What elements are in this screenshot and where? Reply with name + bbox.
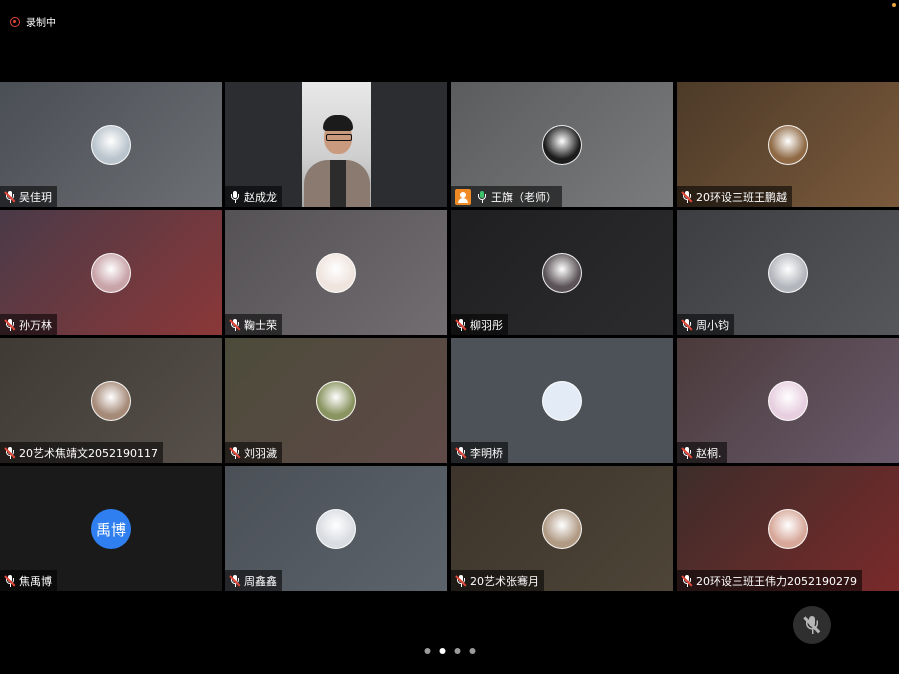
participant-name: 孙万林 — [19, 318, 52, 332]
avatar — [316, 253, 356, 293]
participant-name: 20环设三班王鹏越 — [696, 190, 787, 204]
participant-name-tag: 刘羽濊 — [225, 442, 282, 463]
participant-tile[interactable]: 王旗（老师） — [451, 82, 673, 207]
mic-muted-icon — [229, 318, 241, 331]
participant-grid: 吴佳玥 赵成龙 王旗（老师） 20环设三班王鹏越孙万林 鞠士荣 柳羽彤 周小钧 20艺术焦靖文… — [0, 82, 899, 592]
participant-name: 焦禹博 — [19, 574, 52, 588]
participant-tile[interactable]: 禹博焦禹博 — [0, 466, 222, 591]
participant-tile[interactable]: 刘羽濊 — [225, 338, 447, 463]
participant-name: 柳羽彤 — [470, 318, 503, 332]
participant-name-tag: 柳羽彤 — [451, 314, 508, 335]
page-indicator[interactable] — [424, 648, 475, 654]
participant-name: 周小钧 — [696, 318, 729, 332]
participant-name: 20环设三班王伟力2052190279 — [696, 574, 857, 588]
participant-name: 刘羽濊 — [244, 446, 277, 460]
page-dot[interactable] — [439, 648, 445, 654]
mic-muted-icon — [681, 446, 693, 459]
participant-tile[interactable]: 赵桐. — [677, 338, 899, 463]
participant-name: 王旗（老师） — [491, 190, 557, 204]
mic-muted-icon — [681, 190, 693, 203]
avatar — [542, 253, 582, 293]
mic-muted-icon — [803, 616, 821, 634]
avatar — [542, 509, 582, 549]
participant-tile[interactable]: 周小钧 — [677, 210, 899, 335]
recording-indicator[interactable]: 录制中 — [10, 14, 56, 29]
participant-name: 吴佳玥 — [19, 190, 52, 204]
participant-tile[interactable]: 20环设三班王伟力2052190279 — [677, 466, 899, 591]
avatar — [542, 125, 582, 165]
participant-name-tag: 20艺术焦靖文2052190117 — [0, 442, 163, 463]
participant-name-tag: 孙万林 — [0, 314, 57, 335]
participant-name: 李明桥 — [470, 446, 503, 460]
participant-name-tag: 周鑫鑫 — [225, 570, 282, 591]
video-feed — [302, 82, 371, 207]
avatar — [768, 253, 808, 293]
record-icon — [10, 16, 20, 27]
participant-tile[interactable]: 赵成龙 — [225, 82, 447, 207]
avatar — [91, 381, 131, 421]
mic-muted-icon — [4, 446, 16, 459]
mic-muted-icon — [681, 574, 693, 587]
participant-name-tag: 王旗（老师） — [451, 186, 562, 207]
mic-icon — [476, 190, 488, 203]
mic-muted-icon — [229, 574, 241, 587]
participant-tile[interactable]: 吴佳玥 — [0, 82, 222, 207]
avatar — [316, 509, 356, 549]
participant-name: 20艺术焦靖文2052190117 — [19, 446, 158, 460]
participant-name: 20艺术张骞月 — [470, 574, 539, 588]
participant-name-tag: 焦禹博 — [0, 570, 57, 591]
participant-tile[interactable]: 柳羽彤 — [451, 210, 673, 335]
participant-tile[interactable]: 李明桥 — [451, 338, 673, 463]
participant-name: 赵成龙 — [244, 190, 277, 204]
participant-name-tag: 李明桥 — [451, 442, 508, 463]
participant-tile[interactable]: 鞠士荣 — [225, 210, 447, 335]
participant-name-tag: 吴佳玥 — [0, 186, 57, 207]
participant-name-tag: 周小钧 — [677, 314, 734, 335]
participant-tile[interactable]: 20环设三班王鹏越 — [677, 82, 899, 207]
avatar — [91, 253, 131, 293]
mic-muted-icon — [455, 318, 467, 331]
mute-button[interactable] — [793, 606, 831, 644]
participant-tile[interactable]: 20艺术张骞月 — [451, 466, 673, 591]
status-dot — [892, 3, 896, 7]
avatar — [768, 125, 808, 165]
avatar — [91, 125, 131, 165]
host-icon — [455, 188, 471, 205]
avatar — [768, 509, 808, 549]
participant-name-tag: 20环设三班王伟力2052190279 — [677, 570, 862, 591]
participant-tile[interactable]: 周鑫鑫 — [225, 466, 447, 591]
participant-tile[interactable]: 孙万林 — [0, 210, 222, 335]
mic-muted-icon — [681, 318, 693, 331]
page-dot[interactable] — [469, 648, 475, 654]
mic-muted-icon — [455, 446, 467, 459]
participant-name-tag: 鞠士荣 — [225, 314, 282, 335]
avatar — [768, 381, 808, 421]
mic-muted-icon — [4, 574, 16, 587]
page-dot[interactable] — [454, 648, 460, 654]
participant-tile[interactable]: 20艺术焦靖文2052190117 — [0, 338, 222, 463]
recording-label: 录制中 — [26, 18, 56, 29]
participant-name-tag: 20艺术张骞月 — [451, 570, 544, 591]
avatar — [316, 381, 356, 421]
mic-muted-icon — [229, 446, 241, 459]
avatar — [542, 381, 582, 421]
participant-name-tag: 20环设三班王鹏越 — [677, 186, 792, 207]
participant-name: 周鑫鑫 — [244, 574, 277, 588]
participant-name-tag: 赵成龙 — [225, 186, 282, 207]
participant-name: 鞠士荣 — [244, 318, 277, 332]
participant-name-tag: 赵桐. — [677, 442, 727, 463]
page-dot[interactable] — [424, 648, 430, 654]
mic-icon — [229, 190, 241, 203]
mic-muted-icon — [455, 574, 467, 587]
participant-name: 赵桐. — [696, 446, 722, 460]
mic-muted-icon — [4, 318, 16, 331]
avatar: 禹博 — [91, 509, 131, 549]
mic-muted-icon — [4, 190, 16, 203]
